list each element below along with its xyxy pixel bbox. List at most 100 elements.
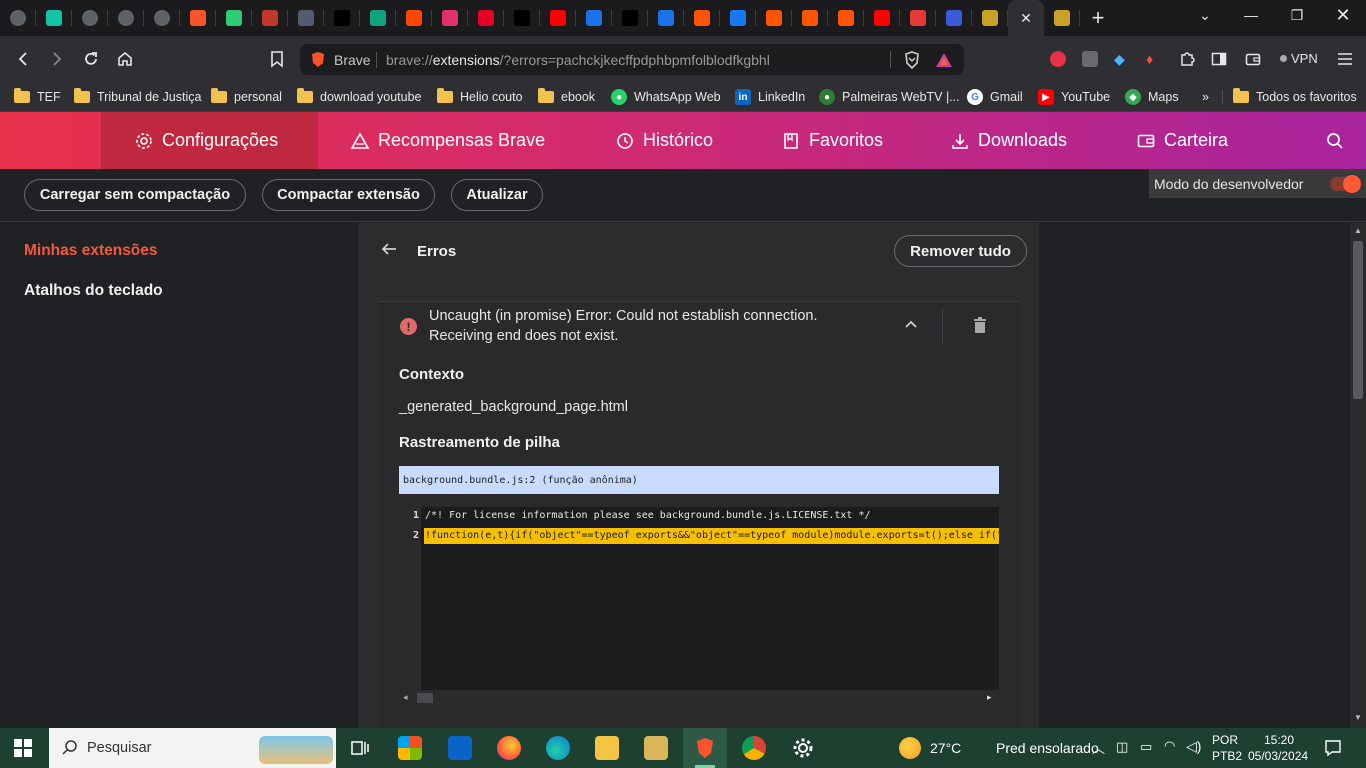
tab[interactable] (288, 0, 324, 36)
menu-button[interactable] (1330, 44, 1360, 74)
clock-time[interactable]: 15:20 (1264, 733, 1294, 747)
microsoft-store-icon[interactable] (398, 736, 422, 760)
chrome-icon[interactable] (742, 736, 766, 760)
extension-diamond-icon[interactable]: ◆ (1114, 51, 1130, 67)
folder-app-icon[interactable] (644, 736, 668, 760)
close-window-button[interactable]: ✕ (1320, 0, 1366, 30)
all-bookmarks-folder[interactable]: Todos os favoritos (1233, 87, 1357, 107)
scroll-up-icon[interactable]: ▲ (1354, 226, 1362, 235)
bookmark-item[interactable]: ◆ Maps (1125, 87, 1179, 107)
tab[interactable] (684, 0, 720, 36)
maximize-button[interactable]: ❐ (1274, 0, 1320, 30)
extension-player-icon[interactable] (1050, 51, 1066, 67)
tab[interactable] (576, 0, 612, 36)
home-button[interactable] (110, 44, 140, 74)
code-horizontal-scrollbar[interactable]: ◂ ▸ (399, 690, 999, 706)
weather-temperature[interactable]: 27°C (930, 740, 961, 756)
tab-search-chevron-icon[interactable]: ⌄ (1182, 0, 1228, 30)
vpn-button[interactable]: VPN (1280, 51, 1318, 66)
url-text[interactable]: brave://extensions/?errors=pachckjkecffp… (386, 52, 770, 68)
tab[interactable] (36, 0, 72, 36)
bookmark-item[interactable]: ▶ YouTube (1038, 87, 1110, 107)
back-arrow-button[interactable] (380, 240, 398, 264)
scroll-thumb[interactable] (417, 693, 433, 703)
pack-extension-button[interactable]: Compactar extensão (262, 179, 435, 211)
start-button[interactable] (14, 739, 32, 762)
nav-wallet[interactable]: Carteira (1136, 112, 1228, 169)
bookmark-item[interactable]: personal (211, 87, 282, 107)
tab[interactable] (612, 0, 648, 36)
nav-settings[interactable]: Configurações (134, 112, 278, 169)
active-tab[interactable]: ✕ (1008, 0, 1044, 36)
extensions-button[interactable] (1172, 44, 1202, 74)
mail-icon[interactable] (448, 736, 472, 760)
firefox-icon[interactable] (497, 736, 521, 760)
nav-bookmarks[interactable]: Favoritos (781, 112, 883, 169)
bookmark-item[interactable]: in LinkedIn (735, 87, 805, 107)
tab[interactable] (504, 0, 540, 36)
tab[interactable] (540, 0, 576, 36)
bookmark-item[interactable]: TEF (14, 87, 61, 107)
developer-mode-toggle[interactable] (1330, 175, 1361, 193)
address-bar[interactable]: Brave brave://extensions/?errors=pachckj… (300, 44, 964, 75)
tab[interactable] (864, 0, 900, 36)
bookmark-item[interactable]: download youtube (297, 87, 421, 107)
page-vertical-scrollbar[interactable]: ▲ ▼ (1350, 223, 1366, 728)
tray-chevron-up-icon[interactable]: ︿ (1092, 738, 1105, 757)
code-viewer[interactable]: 1 /*! For license information please see… (399, 507, 999, 706)
tab[interactable] (900, 0, 936, 36)
bookmark-item[interactable]: ● Palmeiras WebTV |... (819, 87, 960, 107)
weather-description[interactable]: Pred ensolarado (996, 740, 1099, 756)
brave-rewards-icon[interactable] (934, 50, 954, 70)
tab[interactable] (792, 0, 828, 36)
close-tab-icon[interactable]: ✕ (1020, 10, 1032, 27)
bookmark-item[interactable]: Helio couto (437, 87, 523, 107)
battery-icon[interactable]: ▭ (1140, 739, 1152, 755)
delete-error-button[interactable] (973, 317, 987, 339)
notifications-icon[interactable] (1324, 739, 1342, 762)
tab[interactable] (396, 0, 432, 36)
tab[interactable] (720, 0, 756, 36)
sidebar-item-keyboard-shortcuts[interactable]: Atalhos do teclado (24, 282, 163, 300)
keyboard-language[interactable]: POR (1212, 733, 1238, 747)
update-button[interactable]: Atualizar (451, 179, 543, 211)
settings-gear-icon[interactable] (791, 736, 815, 760)
brave-taskbar-icon[interactable] (693, 736, 717, 760)
edge-icon[interactable] (546, 736, 570, 760)
tab[interactable] (108, 0, 144, 36)
remove-all-button[interactable]: Remover tudo (894, 235, 1027, 267)
bookmark-item[interactable]: ebook (538, 87, 595, 107)
back-button[interactable] (8, 44, 38, 74)
tab[interactable] (144, 0, 180, 36)
task-view-icon[interactable] (348, 736, 372, 760)
nav-rewards[interactable]: Recompensas Brave (350, 112, 545, 169)
tab[interactable] (756, 0, 792, 36)
tab[interactable] (828, 0, 864, 36)
brave-shields-icon[interactable] (902, 50, 922, 70)
nav-history[interactable]: Histórico (615, 112, 713, 169)
tab[interactable] (648, 0, 684, 36)
tab[interactable] (1044, 0, 1080, 36)
clock-date[interactable]: 05/03/2024 (1248, 749, 1308, 763)
tab[interactable] (252, 0, 288, 36)
tab[interactable] (180, 0, 216, 36)
tab[interactable] (0, 0, 36, 36)
collapse-error-button[interactable] (904, 316, 918, 332)
weather-sun-icon[interactable] (899, 737, 921, 759)
tab[interactable] (936, 0, 972, 36)
stack-frame-row[interactable]: background.bundle.js:2 (função anônima) (399, 466, 999, 494)
volume-icon[interactable]: ◁) (1186, 738, 1201, 755)
tab[interactable] (216, 0, 252, 36)
tab[interactable] (468, 0, 504, 36)
bookmark-page-button[interactable] (262, 44, 292, 74)
scroll-left-icon[interactable]: ◂ (403, 692, 408, 703)
nav-search-button[interactable] (1326, 112, 1352, 169)
bookmark-item[interactable]: ● WhatsApp Web (611, 87, 721, 107)
tab[interactable] (432, 0, 468, 36)
sidebar-toggle-button[interactable] (1204, 44, 1234, 74)
wallet-button[interactable] (1238, 44, 1268, 74)
forward-button[interactable] (42, 44, 72, 74)
extension-tb-icon[interactable] (1082, 51, 1098, 67)
file-explorer-icon[interactable] (595, 736, 619, 760)
taskbar-search-box[interactable]: Pesquisar (49, 728, 336, 768)
